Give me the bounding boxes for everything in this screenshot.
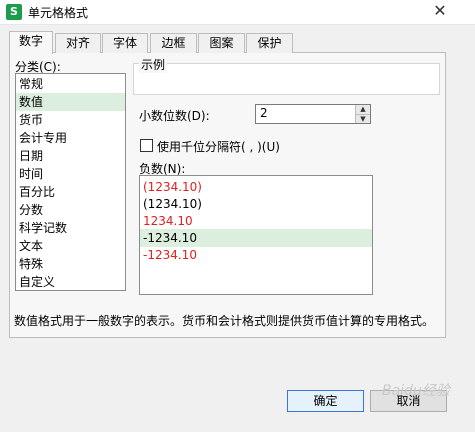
close-icon[interactable]: ✕ [430, 1, 450, 21]
decimals-value: 2 [260, 106, 268, 120]
decimals-stepper[interactable]: 2 ▲ ▼ [255, 104, 371, 124]
tab-number[interactable]: 数字 [9, 31, 53, 54]
category-item-percentage[interactable]: 百分比 [16, 183, 125, 201]
category-list[interactable]: 常规 数值 货币 会计专用 日期 时间 百分比 分数 科学记数 文本 特殊 自定… [15, 73, 126, 291]
category-item-scientific[interactable]: 科学记数 [16, 219, 125, 237]
category-item-fraction[interactable]: 分数 [16, 201, 125, 219]
tab-alignment[interactable]: 对齐 [55, 33, 101, 53]
category-item-time[interactable]: 时间 [16, 165, 125, 183]
negative-option[interactable]: (1234.10) [140, 178, 372, 196]
negative-list[interactable]: (1234.10) (1234.10) 1234.10 -1234.10 -12… [139, 175, 373, 295]
dialog-title: 单元格格式 [28, 6, 89, 20]
category-item-special[interactable]: 特殊 [16, 255, 125, 273]
format-description: 数值格式用于一般数字的表示。货币和会计格式则提供货币值计算的专用格式。 [14, 314, 435, 328]
category-item-date[interactable]: 日期 [16, 147, 125, 165]
category-item-custom[interactable]: 自定义 [16, 273, 125, 291]
spin-down-icon[interactable]: ▼ [355, 114, 370, 123]
spin-up-icon[interactable]: ▲ [355, 105, 370, 114]
tab-pattern[interactable]: 图案 [198, 33, 245, 53]
category-item-currency[interactable]: 货币 [16, 111, 125, 129]
negative-option-selected[interactable]: -1234.10 [140, 229, 372, 247]
thousands-checkbox[interactable] [140, 139, 153, 152]
category-item-text[interactable]: 文本 [16, 237, 125, 255]
tab-font[interactable]: 字体 [102, 33, 148, 53]
baidu-watermark: Baidu经验 [382, 383, 450, 399]
category-item-general[interactable]: 常规 [16, 75, 125, 93]
app-logo-icon: S [6, 4, 22, 20]
negative-option[interactable]: -1234.10 [140, 246, 372, 264]
tab-protection[interactable]: 保护 [246, 33, 293, 53]
ok-button[interactable]: 确定 [287, 390, 364, 412]
tab-border[interactable]: 边框 [150, 33, 197, 53]
negative-option[interactable]: (1234.10) [140, 195, 372, 213]
thousands-label[interactable]: 使用千位分隔符( , )(U) [157, 138, 280, 155]
negative-option[interactable]: 1234.10 [140, 212, 372, 230]
category-item-number[interactable]: 数值 [16, 93, 125, 111]
example-label: 示例 [139, 56, 168, 73]
category-item-accounting[interactable]: 会计专用 [16, 129, 125, 147]
example-box [133, 63, 440, 95]
decimals-label: 小数位数(D): [139, 109, 210, 123]
